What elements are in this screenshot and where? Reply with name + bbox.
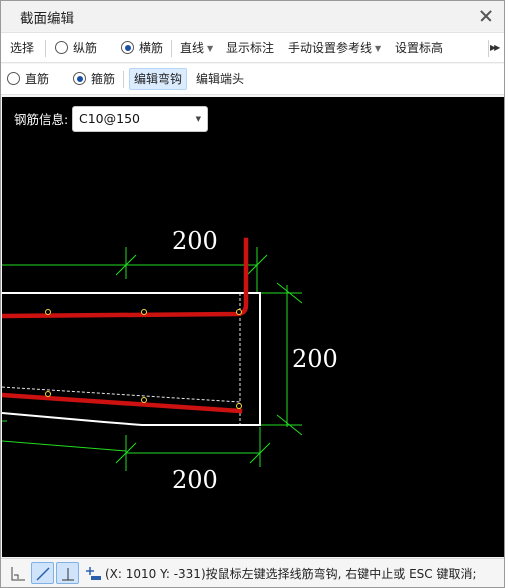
radio-straight[interactable]: 直筋 <box>7 64 49 94</box>
manual-ref-line-dropdown[interactable]: 手动设置参考线 ▼ <box>288 33 381 63</box>
section-drawing: 200 200 200 <box>2 227 338 494</box>
node-point <box>236 309 242 315</box>
radio-stirrup[interactable]: 箍筋 <box>73 64 115 94</box>
edit-end-button[interactable]: 编辑端头 <box>196 64 244 94</box>
radio-checked-icon <box>121 41 134 54</box>
node-point <box>45 309 51 315</box>
drawing-canvas[interactable]: 200 200 200 钢筋信息: C10@150 ▼ <box>2 97 504 557</box>
rebar-info-value: C10@150 <box>79 111 140 126</box>
toolbar-divider <box>488 40 489 57</box>
main-toolbar: 选择 纵筋 横筋 直线 ▼ 显示标注 手动设置参考线 ▼ 设置标高 ▶▶ <box>1 32 504 63</box>
radio-transverse[interactable]: 横筋 <box>121 33 163 63</box>
dim-top-text: 200 <box>172 227 218 255</box>
manual-ref-label: 手动设置参考线 <box>288 41 373 55</box>
radio-transverse-label: 横筋 <box>139 41 164 55</box>
rebar <box>2 237 249 414</box>
node-point <box>141 309 147 315</box>
show-dims-button[interactable]: 显示标注 <box>226 33 274 63</box>
radio-icon <box>7 72 20 85</box>
free-line-tool-button[interactable] <box>31 562 54 584</box>
perpendicular-icon <box>62 568 74 581</box>
radio-stirrup-label: 箍筋 <box>91 72 116 86</box>
toolbar-divider <box>171 40 172 57</box>
free-line-icon <box>36 567 50 581</box>
node-point <box>141 397 147 403</box>
dim-bottom-text: 200 <box>172 466 218 494</box>
status-bar: (X: 1010 Y: -331)按鼠标左键选择线筋弯钩, 右键中止或 ESC … <box>1 558 504 587</box>
rebar-nodes <box>45 309 242 409</box>
toolbar-divider <box>45 40 46 57</box>
section-edit-window: 截面编辑 选择 纵筋 横筋 直线 ▼ 显示标注 手动设置参考线 ▼ 设置标高 ▶▶ … <box>0 0 505 588</box>
close-icon[interactable] <box>476 6 496 26</box>
add-point-tool-button[interactable] <box>81 562 104 584</box>
radio-checked-icon <box>73 72 86 85</box>
caret-down-icon: ▼ <box>207 44 214 53</box>
dimension-lines <box>2 247 303 471</box>
rebar-bottom <box>2 392 243 414</box>
toolbar-overflow-icon[interactable]: ▶▶ <box>490 41 501 55</box>
dim-right-text: 200 <box>292 345 338 373</box>
edit-hook-button[interactable]: 编辑弯钩 <box>129 68 188 90</box>
perpendicular-tool-button[interactable] <box>56 562 79 584</box>
title-bar: 截面编辑 <box>1 1 504 31</box>
ortho-tool-button[interactable] <box>6 562 29 584</box>
chevron-down-icon: ▼ <box>195 115 201 123</box>
radio-longitudinal-label: 纵筋 <box>73 41 98 55</box>
select-button[interactable]: 选择 <box>10 33 34 63</box>
radio-longitudinal[interactable]: 纵筋 <box>55 33 97 63</box>
rebar-info-combo[interactable]: C10@150 ▼ <box>72 106 208 132</box>
window-title: 截面编辑 <box>20 11 74 27</box>
line-type-dropdown[interactable]: 直线 ▼ <box>180 33 213 63</box>
status-message: (X: 1010 Y: -331)按鼠标左键选择线筋弯钩, 右键中止或 ESC … <box>105 567 477 581</box>
rebar-info-label: 钢筋信息: <box>14 112 69 127</box>
radio-straight-label: 直筋 <box>25 72 50 86</box>
ortho-icon <box>11 567 25 581</box>
dim-bottom-ext-left-slope <box>2 440 127 452</box>
add-point-icon <box>86 567 101 580</box>
caret-down-icon: ▼ <box>375 44 382 53</box>
line-type-label: 直线 <box>180 41 205 55</box>
cover-line-bottom <box>2 386 241 403</box>
set-elevation-button[interactable]: 设置标高 <box>395 33 443 63</box>
toolbar-divider <box>123 71 124 88</box>
sub-toolbar: 直筋 箍筋 编辑弯钩 编辑端头 <box>1 64 504 95</box>
radio-icon <box>55 41 68 54</box>
node-point <box>236 403 242 409</box>
node-point <box>45 391 51 397</box>
